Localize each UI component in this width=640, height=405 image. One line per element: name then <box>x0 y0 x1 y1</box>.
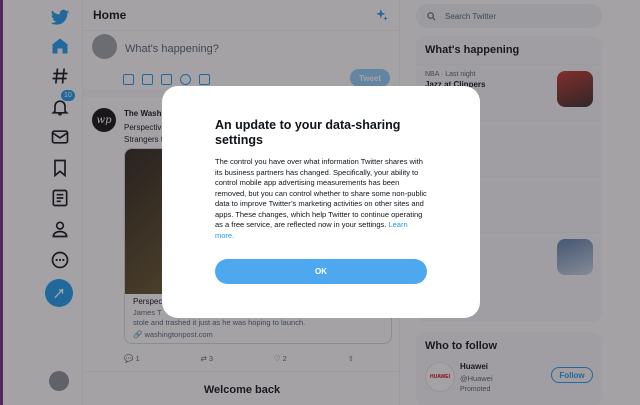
modal-title: An update to your data-sharing settings <box>215 118 401 147</box>
modal-body-text: The control you have over what informati… <box>215 157 427 229</box>
data-sharing-update-modal: An update to your data-sharing settings … <box>162 86 480 318</box>
modal-body: The control you have over what informati… <box>215 157 427 241</box>
ok-button[interactable]: OK <box>215 259 427 284</box>
